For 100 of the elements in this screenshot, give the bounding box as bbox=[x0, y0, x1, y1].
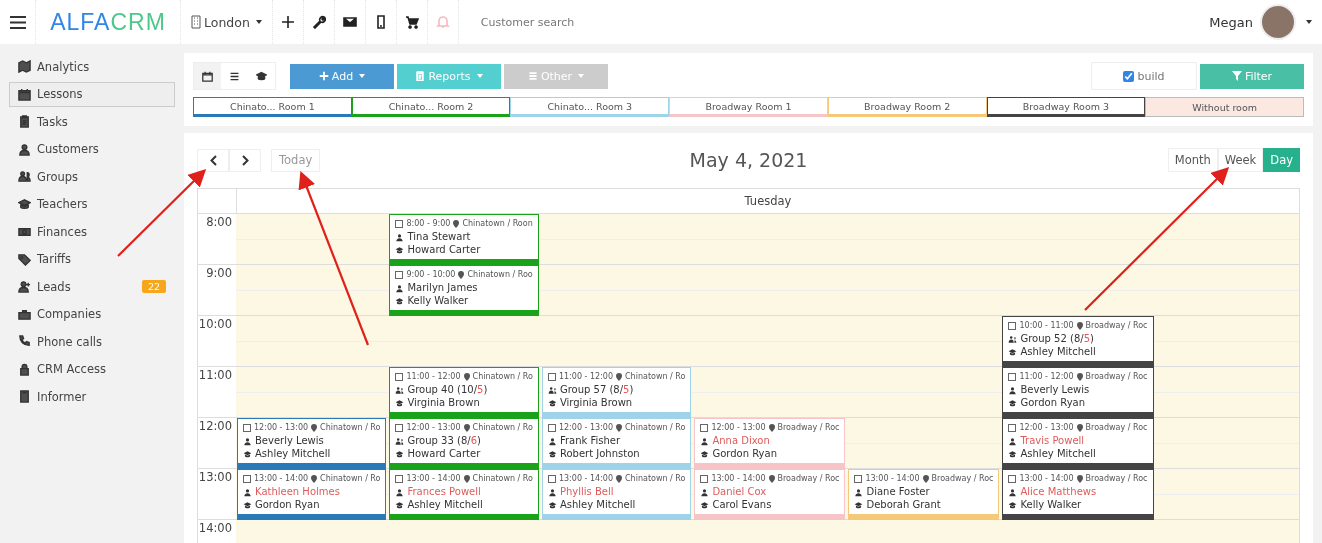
sidebar-item[interactable]: Groups bbox=[9, 164, 175, 190]
calendar-icon bbox=[202, 70, 213, 82]
teacher-name: Ashley Mitchell bbox=[255, 448, 331, 460]
map-pin-icon bbox=[458, 271, 465, 279]
teacher-name: Kelly Walker bbox=[1020, 499, 1082, 511]
graduation-cap-icon bbox=[700, 500, 710, 510]
checkbox-icon bbox=[700, 424, 709, 432]
person-icon bbox=[700, 436, 710, 446]
sidebar-item[interactable]: Tariffs bbox=[9, 246, 175, 272]
sidebar-item[interactable]: Lessons bbox=[9, 81, 175, 107]
teacher-name: Kelly Walker bbox=[407, 295, 469, 307]
city-dropdown[interactable]: London bbox=[181, 0, 273, 44]
teacher-name: Carol Evans bbox=[712, 499, 772, 511]
lesson-card[interactable]: 13:00 - 14:00 Broadway / Roc Diane Foster Deborah Grant bbox=[848, 469, 1000, 520]
room-tab[interactable]: Chinato... Room 2 bbox=[351, 97, 511, 117]
sidebar-item[interactable]: Customers bbox=[9, 136, 175, 162]
lesson-card[interactable]: 12:00 - 13:00 Broadway / Roc Anna Dixon Gordon Ryan bbox=[694, 418, 846, 469]
checkbox-label: build bbox=[1137, 69, 1165, 83]
student-name: Daniel Cox bbox=[712, 486, 767, 498]
map-pin-icon bbox=[616, 475, 623, 483]
hour-label: 8:00 bbox=[198, 214, 236, 265]
lesson-card[interactable]: 11:00 - 12:00 Chinatown / Ro Group 40 (10/5) Virginia Brown bbox=[389, 367, 539, 418]
lesson-location: Broadway / Roc bbox=[1085, 473, 1148, 485]
checkbox-icon bbox=[700, 475, 709, 483]
teacher-name: Gordon Ryan bbox=[255, 499, 320, 511]
room-tab[interactable]: Chinato... Room 3 bbox=[510, 97, 670, 117]
lesson-card[interactable]: 12:00 - 13:00 Chinatown / Ro Frank Fisher Robert Johnston bbox=[541, 418, 692, 469]
lesson-location: Chinatown / Ro bbox=[320, 422, 381, 434]
caret-icon[interactable] bbox=[1306, 20, 1312, 24]
sidebar-item[interactable]: Analytics bbox=[9, 54, 175, 80]
chevron-left-icon bbox=[209, 154, 217, 166]
user-name[interactable]: Megan bbox=[1209, 14, 1253, 30]
room-tab[interactable]: Without room bbox=[1145, 97, 1304, 117]
logo-text: ALFA bbox=[50, 8, 111, 36]
room-tab[interactable]: Broadway Room 3 bbox=[986, 97, 1146, 117]
map-pin-icon bbox=[616, 424, 623, 432]
checkbox-icon bbox=[1008, 373, 1017, 381]
people-icon bbox=[547, 385, 557, 395]
graduation-cap-icon bbox=[854, 500, 864, 510]
teacher-name: Ashley Mitchell bbox=[407, 499, 483, 511]
lesson-card[interactable]: 13:00 - 14:00 Broadway / Roc Daniel Cox Carol Evans bbox=[694, 469, 846, 520]
checkbox-icon bbox=[243, 475, 251, 483]
lesson-time: 13:00 - 14:00 bbox=[865, 473, 920, 485]
lesson-time: 9:00 - 10:00 bbox=[406, 269, 456, 281]
sidebar-item[interactable]: Tasks bbox=[9, 109, 175, 135]
people-icon bbox=[395, 436, 405, 446]
lesson-card[interactable]: 10:00 - 11:00 Broadway / Roc Group 52 (8/5) Ashley Mitchell bbox=[1002, 316, 1154, 367]
lesson-card[interactable]: 12:00 - 13:00 Broadway / Roc Travis Powell Ashley Mitchell bbox=[1002, 418, 1154, 469]
lesson-time: 11:00 - 12:00 bbox=[1019, 371, 1074, 383]
student-name: Travis Powell bbox=[1020, 435, 1085, 447]
room-tab[interactable]: Broadway Room 1 bbox=[669, 97, 828, 117]
map-pin-icon bbox=[616, 373, 623, 381]
view-tab[interactable]: Week bbox=[1217, 148, 1264, 172]
day-header: Tuesday bbox=[236, 188, 1299, 214]
next-button[interactable] bbox=[229, 148, 261, 172]
filter-icon bbox=[1231, 71, 1242, 81]
sidebar-item[interactable]: Companies bbox=[9, 301, 175, 327]
lesson-card[interactable]: 11:00 - 12:00 Broadway / Roc Beverly Lewis Gordon Ryan bbox=[1002, 367, 1154, 418]
lesson-card[interactable]: 13:00 - 14:00 Chinatown / Ro Frances Powell Ashley Mitchell bbox=[389, 469, 539, 520]
build-checkbox[interactable] bbox=[1123, 70, 1135, 82]
person-icon bbox=[395, 232, 405, 242]
lesson-card[interactable]: 13:00 - 14:00 Chinatown / Ro Kathleen Holmes Gordon Ryan bbox=[237, 469, 387, 520]
view-tab[interactable]: Month bbox=[1167, 148, 1218, 172]
lesson-card[interactable]: 13:00 - 14:00 Chinatown / Ro Phyllis Bell Ashley Mitchell bbox=[541, 469, 692, 520]
lesson-card[interactable]: 8:00 - 9:00 Chinatown / Roon Tina Stewart Howard Carter bbox=[389, 214, 539, 265]
lesson-time: 12:00 - 13:00 bbox=[406, 422, 461, 434]
sidebar-item[interactable]: Finances bbox=[9, 219, 175, 245]
group-name: Group 40 (10/5) bbox=[407, 384, 488, 396]
menu-icon bbox=[9, 15, 26, 29]
sidebar-item[interactable]: Teachers bbox=[9, 191, 175, 217]
count-badge: 22 bbox=[141, 280, 166, 294]
checkbox-icon bbox=[395, 475, 404, 483]
lesson-card[interactable]: 11:00 - 12:00 Chinatown / Ro Group 57 (8/5) Virginia Brown bbox=[541, 367, 692, 418]
student-name: Alice Matthews bbox=[1020, 486, 1097, 498]
graduation-cap-icon bbox=[395, 500, 405, 510]
student-name: Beverly Lewis bbox=[255, 435, 324, 447]
lesson-card[interactable]: 12:00 - 13:00 Chinatown / Ro Group 33 (8/6) Howard Carter bbox=[389, 418, 539, 469]
lesson-location: Broadway / Roc bbox=[931, 473, 994, 485]
sidebar-item[interactable]: Leads 22 bbox=[9, 274, 175, 300]
checkbox-icon bbox=[395, 271, 404, 279]
lesson-location: Chinatown / Ro bbox=[625, 371, 686, 383]
room-tab[interactable]: Broadway Room 2 bbox=[827, 97, 987, 117]
envelope-icon bbox=[342, 15, 357, 29]
lesson-card[interactable]: 9:00 - 10:00 Chinatown / Roo Marilyn James Kelly Walker bbox=[389, 265, 539, 316]
hour-label: 10:00 bbox=[198, 316, 236, 367]
caret-icon bbox=[578, 74, 585, 78]
room-tab[interactable]: Chinato... Room 1 bbox=[193, 97, 352, 117]
sidebar-item[interactable]: CRM Access bbox=[9, 356, 175, 382]
graduation-cap-icon bbox=[700, 449, 710, 459]
lesson-location: Broadway / Roc bbox=[1085, 371, 1148, 383]
graduation-cap-icon bbox=[1008, 398, 1018, 408]
lesson-card[interactable]: 13:00 - 14:00 Broadway / Roc Alice Matthews Kelly Walker bbox=[1002, 469, 1154, 520]
lesson-location: Broadway / Roc bbox=[1085, 320, 1148, 332]
avatar-icon[interactable] bbox=[1260, 4, 1296, 40]
map-pin-icon bbox=[1076, 424, 1083, 432]
previous-button[interactable] bbox=[197, 148, 229, 172]
view-toggle-button[interactable] bbox=[194, 63, 221, 89]
sidebar-item[interactable]: Phone calls bbox=[9, 329, 175, 355]
lesson-card[interactable]: 12:00 - 13:00 Chinatown / Ro Beverly Lewis Ashley Mitchell bbox=[237, 418, 387, 469]
sidebar-item[interactable]: Informer bbox=[9, 384, 175, 410]
